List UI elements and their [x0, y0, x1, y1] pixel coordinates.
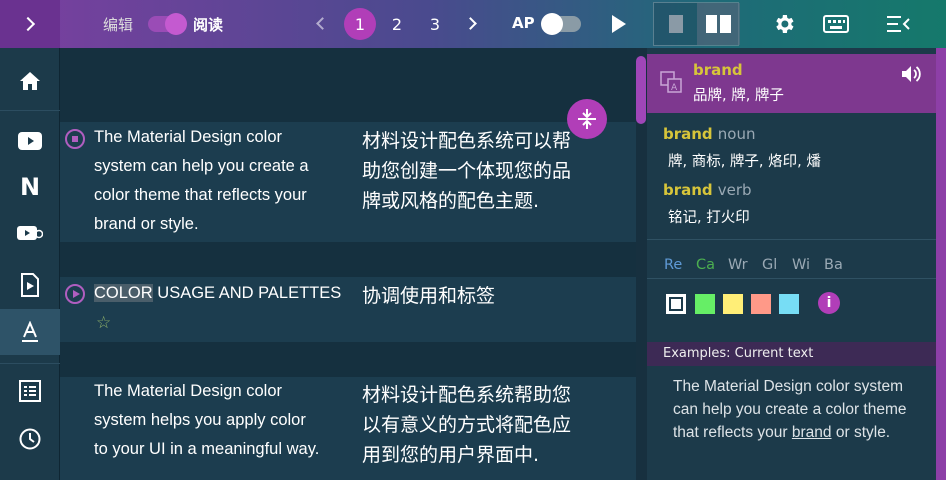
left-sidebar: N — [0, 48, 60, 480]
next-page-icon[interactable] — [464, 17, 477, 30]
page-button-1[interactable]: 1 — [344, 8, 376, 40]
sidebar-toggle-button[interactable] — [0, 0, 60, 48]
example-highlight-word: brand — [791, 424, 832, 441]
highlight-swatch-yellow[interactable] — [723, 294, 743, 314]
dict-entry-noun: brand noun — [663, 125, 756, 143]
reader-main: The Material Design color system can hel… — [60, 48, 636, 480]
home-icon — [20, 72, 40, 90]
double-column-button[interactable] — [697, 3, 740, 45]
youtube-icon — [18, 132, 42, 150]
sentence-row-2[interactable]: COLOR USAGE AND PALETTES ☆ 协调使用和标签 — [60, 277, 636, 342]
list-icon — [19, 380, 41, 402]
single-column-button[interactable] — [654, 3, 697, 45]
dict-link-wi[interactable]: Wi — [792, 257, 810, 273]
dict-link-wr[interactable]: Wr — [728, 257, 748, 273]
header-definitions: 品牌, 牌, 牌子 — [693, 88, 784, 104]
speaker-icon[interactable] — [900, 64, 922, 84]
sidebar-item-netflix[interactable]: N — [0, 164, 60, 210]
collapse-fab-button[interactable] — [567, 99, 607, 139]
toggle-knob — [165, 13, 187, 35]
youtube-subtitles-icon — [17, 226, 43, 240]
layout-toggle-group — [653, 2, 740, 46]
dictionary-panel: A brand 品牌, 牌, 牌子 brand noun 牌, 商标, 牌子, … — [647, 48, 936, 480]
video-file-icon — [21, 273, 39, 297]
main-scrollbar[interactable] — [636, 56, 646, 124]
sidebar-item-home[interactable] — [0, 58, 60, 104]
sentence-row-1[interactable]: The Material Design color system can hel… — [60, 122, 636, 242]
edit-read-toggle[interactable] — [148, 13, 187, 35]
sentence-en: The Material Design color system can hel… — [94, 128, 309, 233]
single-column-icon — [668, 15, 683, 33]
sidebar-item-youtube[interactable] — [0, 118, 60, 164]
chevron-right-icon — [20, 16, 36, 32]
highlight-swatch-green[interactable] — [695, 294, 715, 314]
history-icon — [19, 428, 41, 450]
edit-mode-label[interactable]: 编辑 — [103, 14, 133, 35]
dictionary-header: A brand 品牌, 牌, 牌子 — [647, 54, 936, 113]
translate-icon: A — [660, 71, 682, 93]
sentence-zh: 材料设计配色系统可以帮 助您创建一个体现您的品 牌或风格的配色主题. — [362, 130, 572, 212]
header-word: brand — [693, 61, 743, 79]
highlight-swatch-white[interactable] — [666, 294, 686, 314]
dict-link-re[interactable]: Re — [664, 257, 682, 273]
read-mode-label[interactable]: 阅读 — [193, 14, 223, 35]
autoplay-label: AP — [512, 14, 535, 32]
examples-header: Examples: Current text — [647, 342, 936, 366]
info-icon[interactable]: i — [818, 292, 840, 314]
keyboard-icon[interactable] — [823, 13, 849, 35]
dict-link-ba[interactable]: Ba — [824, 257, 843, 273]
stop-icon[interactable] — [65, 129, 85, 149]
dict-entry-verb-defs: 铭记, 打火印 — [668, 210, 750, 226]
sentence-zh: 协调使用和标签 — [362, 285, 496, 307]
sidebar-item-video-file[interactable] — [0, 262, 60, 308]
dict-entry-noun-defs: 牌, 商标, 牌子, 烙印, 燔 — [668, 154, 821, 170]
example-text: The Material Design color system can hel… — [673, 378, 907, 441]
vertical-collapse-icon — [578, 109, 596, 129]
autoplay-toggle[interactable] — [541, 13, 581, 35]
sentence-zh: 材料设计配色系统帮助您 以有意义的方式将配色应 用到您的用户界面中. — [362, 384, 572, 466]
toggle-knob — [541, 13, 563, 35]
dict-link-gl[interactable]: Gl — [762, 257, 777, 273]
sentence-en: The Material Design color system helps y… — [94, 382, 320, 458]
page-button-3[interactable]: 3 — [419, 8, 451, 40]
sidebar-item-youtube-subtitles[interactable] — [0, 210, 60, 256]
selected-word[interactable]: COLOR — [94, 284, 153, 302]
gear-icon[interactable] — [772, 12, 796, 36]
svg-text:A: A — [671, 83, 678, 93]
top-toolbar: 编辑 阅读 1 2 3 AP — [0, 0, 946, 48]
play-icon[interactable] — [612, 15, 626, 33]
sidebar-item-list[interactable] — [0, 368, 60, 414]
highlight-swatch-salmon[interactable] — [751, 294, 771, 314]
sentence-row-3[interactable]: The Material Design color system helps y… — [60, 377, 636, 480]
dict-link-ca[interactable]: Ca — [696, 257, 715, 273]
highlight-swatch-cyan[interactable] — [779, 294, 799, 314]
panel-scrollbar[interactable] — [936, 48, 946, 480]
menu-collapse-icon[interactable] — [886, 13, 910, 35]
text-format-icon — [22, 321, 38, 342]
sentence-en: COLOR USAGE AND PALETTES — [94, 284, 342, 302]
sidebar-item-text-reader[interactable] — [0, 309, 60, 355]
double-column-icon — [706, 15, 731, 33]
play-sentence-icon[interactable] — [65, 284, 85, 304]
netflix-icon: N — [19, 173, 41, 201]
previous-page-icon[interactable] — [316, 17, 329, 30]
page-button-2[interactable]: 2 — [381, 8, 413, 40]
sidebar-item-history[interactable] — [0, 416, 60, 462]
dict-entry-verb: brand verb — [663, 181, 752, 199]
star-icon[interactable]: ☆ — [96, 313, 111, 333]
